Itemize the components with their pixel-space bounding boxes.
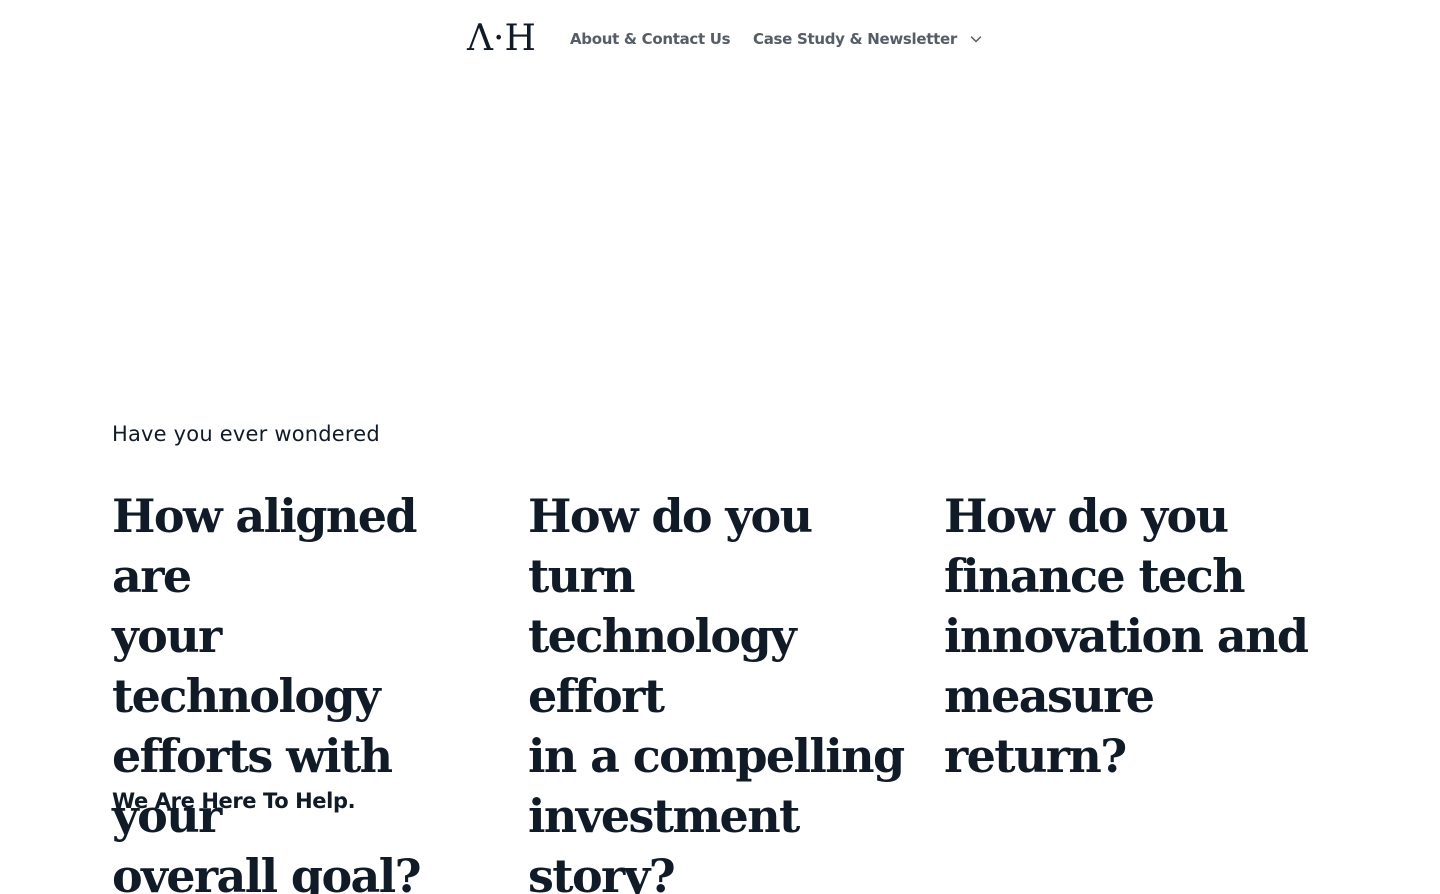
nav-case-study-label: Case Study & Newsletter <box>753 30 957 48</box>
logo-link[interactable]: Λ·H <box>467 18 536 60</box>
question-line: innovation and <box>944 609 1309 663</box>
nav-case-study-dropdown[interactable]: Case Study & Newsletter <box>753 29 983 49</box>
question-line: How do you turn <box>528 489 813 603</box>
question-line: How do you <box>944 489 1229 543</box>
hero-tagline: We Are Here To Help. <box>112 789 356 813</box>
question-line: How aligned are <box>112 489 418 603</box>
nav-about-contact-link[interactable]: About & Contact Us <box>570 29 731 49</box>
chevron-down-icon <box>970 36 982 43</box>
question-line: technology effort <box>528 609 797 723</box>
question-line: investment story? <box>528 789 800 894</box>
question-heading-finance-return: How do you finance tech innovation and m… <box>944 486 1334 786</box>
question-line: finance tech <box>944 549 1246 603</box>
hero-eyebrow: Have you ever wondered <box>112 422 380 446</box>
question-heading-investment-story: How do you turn technology effort in a c… <box>528 486 928 894</box>
question-line: measure return? <box>944 669 1155 783</box>
question-line: your technology <box>112 609 381 723</box>
question-heading-alignment: How aligned are your technology efforts … <box>112 486 502 894</box>
question-line: overall goal? <box>112 849 422 894</box>
question-line: in a compelling <box>528 729 905 783</box>
top-navigation: Λ·H About & Contact Us Case Study & News… <box>0 0 1440 80</box>
nav-about-contact-label: About & Contact Us <box>570 30 731 48</box>
